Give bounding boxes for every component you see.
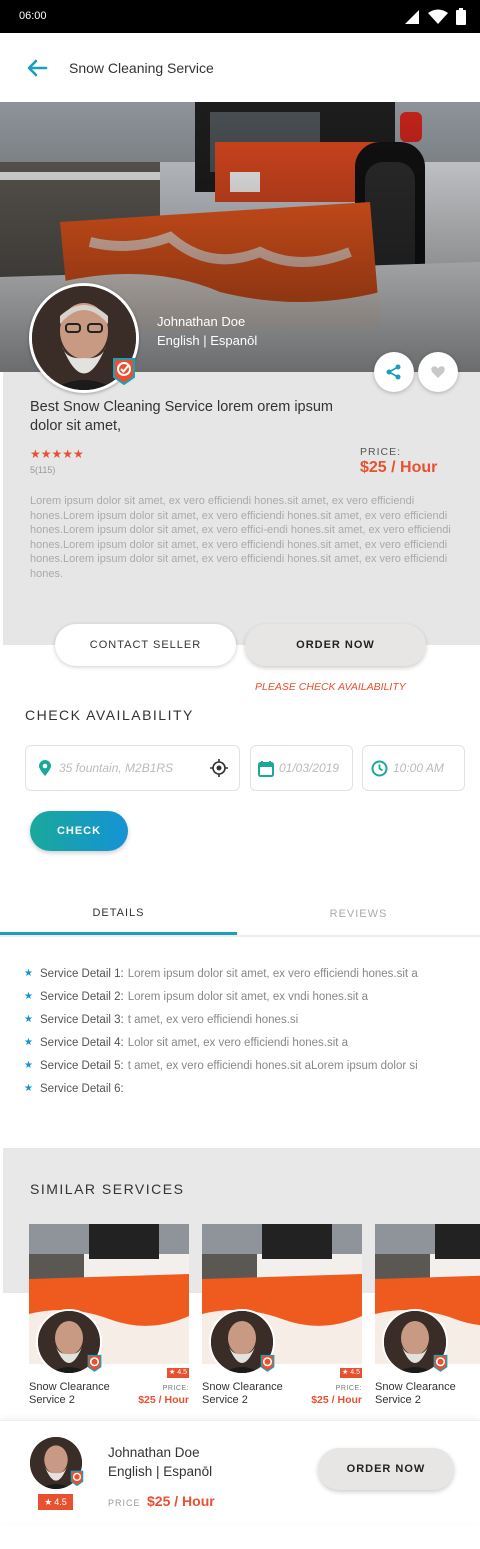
status-time: 06:00 [19,10,47,22]
card-price-label: PRICE: [162,1385,189,1392]
tab-details[interactable]: DETAILS [0,893,237,935]
contact-seller-button[interactable]: CONTACT SELLER [55,624,236,666]
similar-card[interactable]: Snow Clearance Service 2 [375,1224,480,1414]
similar-title: SIMILAR SERVICES [30,1181,185,1197]
card-price-label: PRICE: [335,1385,362,1392]
order-now-button[interactable]: ORDER NOW [245,624,426,666]
favorite-button[interactable] [418,352,458,392]
list-item: ★ Service Detail 4: Lolor sit amet, ex ver… [24,1036,349,1049]
price-label: PRICE: [360,446,402,458]
status-bar: 06:00 [0,0,480,33]
star-bullet-icon: ★ [24,991,33,1002]
card-rating: ★ 4.5 [340,1368,362,1378]
check-button[interactable]: CHECK [30,811,128,851]
bottom-rating-badge: ★ 4.5 [38,1494,73,1510]
list-item: ★ Service Detail 6: [24,1082,124,1095]
app-bar: Snow Cleaning Service [0,33,480,103]
card-price: $25 / Hour [138,1394,189,1406]
signal-icon [405,9,419,24]
listing-headline: Best Snow Cleaning Service lorem orem ip… [30,399,334,434]
verified-badge-icon [87,1354,102,1372]
price-value: $25 / Hour [360,459,438,476]
battery-icon [456,8,466,25]
star-icon: ★ [44,1496,53,1507]
list-item: ★ Service Detail 3: t amet, ex vero effici… [24,1013,299,1026]
wifi-icon [428,9,448,24]
gps-target-icon[interactable] [209,758,229,778]
tab-reviews[interactable]: REVIEWS [240,893,477,935]
bottom-price: $25 / Hour [147,1493,215,1509]
seller-name[interactable]: Johnathan Doe [157,314,245,329]
list-item: ★ Service Detail 1: Lorem ipsum dolor sit … [24,967,418,980]
page-title: Snow Cleaning Service [69,60,214,76]
star-bullet-icon: ★ [24,1014,33,1025]
availability-title: CHECK AVAILABILITY [25,707,194,723]
bottom-seller-languages: English | Espanōl [108,1464,213,1479]
tab-bar: DETAILS REVIEWS [0,893,480,937]
calendar-icon [258,760,274,777]
verified-badge-icon [70,1470,84,1486]
star-bullet-icon: ★ [24,1037,33,1048]
similar-card[interactable]: ★ 4.5 Snow Clearance Service 2 PRICE: $2… [202,1224,362,1414]
star-bullet-icon: ★ [24,1083,33,1094]
listing-description: Lorem ipsum dolor sit amet, ex vero effi… [30,495,451,580]
card-title: Snow Clearance Service 2 [202,1381,283,1406]
star-bullet-icon: ★ [24,1060,33,1071]
card-title: Snow Clearance Service 2 [29,1381,110,1406]
card-title: Snow Clearance Service 2 [375,1381,456,1406]
availability-note: PLEASE CHECK AVAILABILITY [255,681,406,693]
seller-languages: English | Espanōl [157,333,258,348]
date-field[interactable]: 01/03/2019 [250,745,353,791]
bottom-order-now-button[interactable]: ORDER NOW [318,1448,454,1490]
similar-card[interactable]: ★ 4.5 Snow Clearance Service 2 PRICE: $2… [29,1224,189,1414]
time-input[interactable]: 10:00 AM [393,761,444,775]
verified-badge-icon [113,358,135,385]
card-price: $25 / Hour [311,1394,362,1406]
location-input[interactable]: 35 fountain, M2B1RS [59,761,173,775]
verified-badge-icon [433,1354,448,1372]
star-bullet-icon: ★ [24,968,33,979]
rating-stars-icon: ★★★★★ [30,447,84,461]
list-item: ★ Service Detail 2: Lorem ipsum dolor sit … [24,990,369,1003]
card-rating: ★ 4.5 [167,1368,189,1378]
back-arrow-icon[interactable] [26,57,48,79]
time-field[interactable]: 10:00 AM [362,745,465,791]
bottom-price-label: PRICE [108,1498,141,1508]
share-button[interactable] [374,352,414,392]
location-field[interactable]: 35 fountain, M2B1RS [25,745,240,791]
clock-icon [371,760,388,776]
share-icon [386,364,401,380]
location-pin-icon [39,760,51,776]
verified-badge-icon [260,1354,275,1372]
date-input[interactable]: 01/03/2019 [279,761,339,775]
heart-icon [431,366,445,378]
details-list: ★ Service Detail 1: Lorem ipsum dolor sit … [24,962,474,1100]
rating-count: 5(115) [30,465,56,475]
bottom-seller-name: Johnathan Doe [108,1445,200,1460]
list-item: ★ Service Detail 5: t amet, ex vero effici… [24,1059,418,1072]
